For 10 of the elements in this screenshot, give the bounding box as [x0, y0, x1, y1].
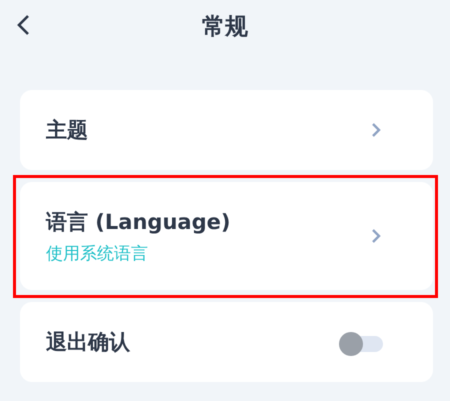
chevron-right-icon: [371, 122, 381, 138]
settings-row[interactable]: 语言 (Language) 使用系统语言: [20, 182, 433, 290]
row-label: 退出确认: [46, 329, 130, 356]
page-title: 常规: [202, 12, 248, 42]
settings-row[interactable]: 退出确认: [20, 302, 433, 382]
row-label: 主题: [46, 117, 88, 144]
row-label: 语言 (Language): [46, 208, 230, 236]
settings-row[interactable]: 主题: [20, 90, 433, 170]
row-subtitle: 使用系统语言: [46, 242, 148, 264]
chevron-right-icon: [371, 228, 381, 244]
